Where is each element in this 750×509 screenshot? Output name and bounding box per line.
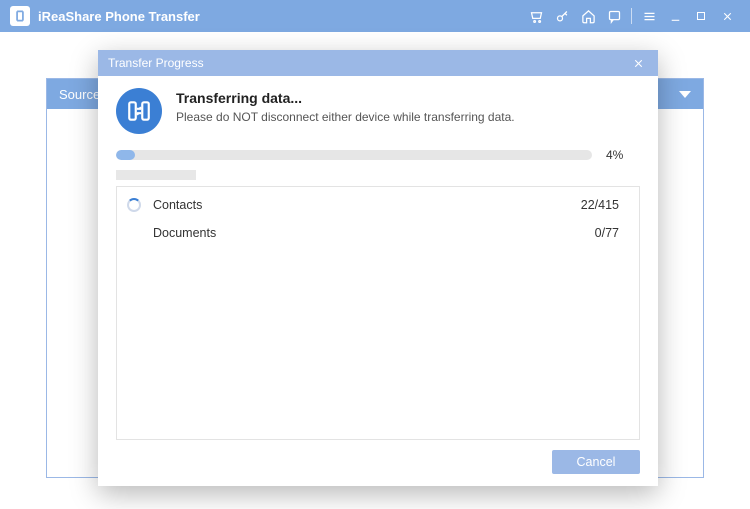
app-logo bbox=[10, 6, 30, 26]
progress-fill bbox=[116, 150, 135, 160]
key-icon[interactable] bbox=[549, 0, 575, 32]
dialog-title: Transfer Progress bbox=[108, 56, 204, 70]
item-name: Contacts bbox=[153, 198, 581, 212]
dialog-warning: Please do NOT disconnect either device w… bbox=[176, 110, 515, 124]
transfer-list: Contacts 22/415 Documents 0/77 bbox=[116, 186, 640, 440]
chevron-down-icon[interactable] bbox=[679, 91, 691, 98]
progress-percent: 4% bbox=[606, 148, 640, 162]
spinner-icon bbox=[125, 196, 143, 214]
divider bbox=[631, 8, 632, 24]
cart-icon[interactable] bbox=[523, 0, 549, 32]
pending-icon bbox=[125, 224, 143, 242]
item-count: 0/77 bbox=[595, 226, 619, 240]
maximize-button[interactable] bbox=[688, 0, 714, 32]
transfer-icon bbox=[116, 88, 162, 134]
item-name: Documents bbox=[153, 226, 595, 240]
minimize-button[interactable] bbox=[662, 0, 688, 32]
item-count: 22/415 bbox=[581, 198, 619, 212]
close-button[interactable] bbox=[714, 0, 740, 32]
cancel-button[interactable]: Cancel bbox=[552, 450, 640, 474]
main-area: Source: Transfer Progress bbox=[0, 32, 750, 509]
app-titlebar: iReaShare Phone Transfer bbox=[0, 0, 750, 32]
home-icon[interactable] bbox=[575, 0, 601, 32]
menu-icon[interactable] bbox=[636, 0, 662, 32]
list-item: Contacts 22/415 bbox=[117, 191, 639, 219]
dialog-heading: Transferring data... bbox=[176, 90, 515, 106]
transfer-progress-dialog: Transfer Progress Transferring data... P… bbox=[98, 50, 658, 486]
dialog-titlebar: Transfer Progress bbox=[98, 50, 658, 76]
dialog-close-button[interactable] bbox=[628, 53, 648, 73]
list-item: Documents 0/77 bbox=[117, 219, 639, 247]
feedback-icon[interactable] bbox=[601, 0, 627, 32]
app-title: iReaShare Phone Transfer bbox=[38, 9, 200, 24]
progress-bar bbox=[116, 150, 592, 160]
sub-progress-bar bbox=[116, 170, 196, 180]
